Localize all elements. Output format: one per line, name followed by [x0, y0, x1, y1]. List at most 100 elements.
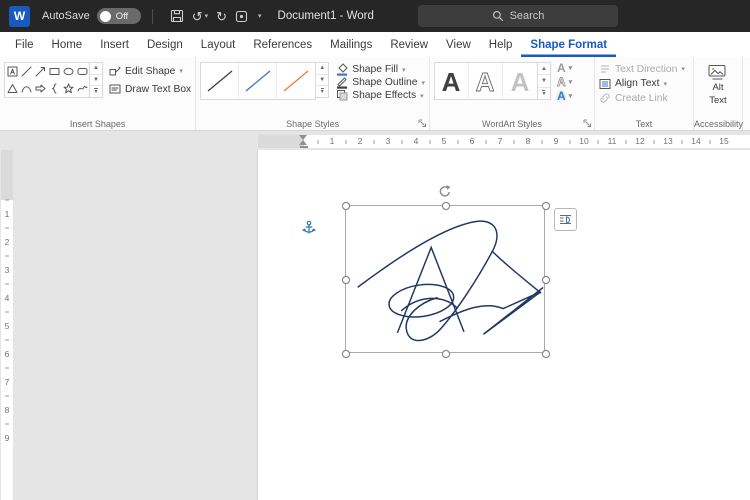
curve-shape-icon[interactable] [19, 80, 33, 97]
wordart-scroll-down-icon[interactable]: ▼ [538, 75, 550, 87]
align-text-button[interactable]: Align Text ▾ [599, 78, 685, 90]
redo-button[interactable]: ↻ [216, 10, 227, 23]
shape-gallery-more-button[interactable]: ▾ [90, 86, 102, 97]
triangle-shape-icon[interactable] [5, 80, 19, 97]
shape-style-preset-1[interactable] [201, 63, 239, 99]
h-ruler-tick [346, 140, 347, 144]
group-wordart-styles: A A A ▲ ▼ ▾ A ▾ A [430, 57, 595, 130]
oval-shape-icon[interactable] [61, 63, 75, 80]
h-ruler-number: 12 [635, 136, 644, 146]
shape-style-scroll-up-icon[interactable]: ▲ [316, 63, 328, 75]
shape-style-more-button[interactable]: ▾ [316, 86, 328, 97]
text-box-shape-icon[interactable] [5, 63, 19, 80]
tab-file[interactable]: File [6, 32, 43, 57]
star-shape-icon[interactable] [61, 80, 75, 97]
selection-handle-ne[interactable] [542, 202, 550, 210]
tab-design[interactable]: Design [138, 32, 192, 57]
rounded-rectangle-shape-icon[interactable] [75, 63, 89, 80]
wordart-preset-3[interactable]: A [503, 63, 537, 99]
scribble-shape-icon[interactable] [75, 80, 89, 97]
selection-handle-w[interactable] [342, 276, 350, 284]
text-direction-button[interactable]: Text Direction ▾ [599, 63, 685, 75]
hanging-indent-marker[interactable] [299, 140, 307, 145]
shape-outline-icon [336, 76, 348, 89]
shape-outline-button[interactable]: Shape Outline ▾ [336, 76, 425, 89]
h-ruler-number: 15 [719, 136, 728, 146]
rotate-handle-icon[interactable] [438, 184, 453, 199]
arrow-shape-icon[interactable] [33, 63, 47, 80]
shape-effects-button[interactable]: Shape Effects ▾ [336, 89, 425, 102]
titlebar-divider [152, 9, 153, 24]
create-link-icon [599, 92, 611, 104]
autosave-toggle[interactable]: Off [97, 8, 141, 24]
left-indent-marker[interactable] [300, 146, 308, 149]
group-text: Text Direction ▾ Align Text ▾ Create Lin… [595, 57, 694, 130]
selection-handle-s[interactable] [442, 350, 450, 358]
h-ruler-tick [682, 140, 683, 144]
v-ruler-tick [5, 228, 9, 229]
touch-mouse-mode-icon [235, 10, 248, 23]
tab-home[interactable]: Home [43, 32, 92, 57]
shape-selection-box[interactable] [345, 205, 545, 353]
word-logo-icon[interactable]: W [9, 6, 30, 27]
tab-layout[interactable]: Layout [192, 32, 245, 57]
shape-gallery-scroll-down-icon[interactable]: ▼ [90, 75, 102, 87]
selection-handle-se[interactable] [542, 350, 550, 358]
text-group-label: Text [595, 119, 693, 129]
wordart-more-button[interactable]: ▾ [538, 88, 550, 99]
shape-styles-dialog-launcher-icon[interactable] [418, 119, 427, 128]
edit-shape-button[interactable]: Edit Shape ▾ [109, 65, 191, 77]
h-ruler-number: 11 [608, 136, 617, 146]
h-ruler-strip: 123456789101112131415 [258, 135, 750, 148]
tab-references[interactable]: References [244, 32, 321, 57]
create-link-button[interactable]: Create Link [599, 92, 685, 104]
object-anchor-icon[interactable] [302, 220, 316, 236]
undo-button[interactable]: ↺ ▾ [192, 10, 208, 23]
customize-quick-access-toolbar-button[interactable]: ▾ [256, 13, 262, 20]
draw-text-box-icon [109, 83, 121, 95]
tab-mailings[interactable]: Mailings [321, 32, 381, 57]
tab-shape-format[interactable]: Shape Format [521, 32, 616, 57]
shape-gallery-scroll-up-icon[interactable]: ▲ [90, 63, 102, 75]
layout-options-icon [558, 212, 573, 227]
tab-help[interactable]: Help [480, 32, 522, 57]
tab-insert[interactable]: Insert [91, 32, 138, 57]
h-ruler-tick [514, 140, 515, 144]
selection-handle-nw[interactable] [342, 202, 350, 210]
selection-handle-e[interactable] [542, 276, 550, 284]
shape-style-preset-3[interactable] [277, 63, 315, 99]
line-shape-icon[interactable] [19, 63, 33, 80]
shape-fill-button[interactable]: Shape Fill ▾ [336, 63, 425, 76]
v-ruler-margin-area [1, 150, 13, 200]
text-fill-button[interactable]: A ▾ [557, 62, 572, 74]
search-input[interactable]: Search [418, 5, 618, 27]
left-brace-shape-icon[interactable] [47, 80, 61, 97]
tab-view[interactable]: View [437, 32, 480, 57]
selection-handle-n[interactable] [442, 202, 450, 210]
document-page[interactable] [258, 150, 750, 500]
tab-review[interactable]: Review [381, 32, 437, 57]
redo-icon: ↻ [216, 10, 227, 23]
block-arrow-shape-icon[interactable] [33, 80, 47, 97]
touch-mouse-mode-button[interactable] [235, 10, 248, 23]
draw-text-box-button[interactable]: Draw Text Box [109, 83, 191, 95]
wordart-styles-dialog-launcher-icon[interactable] [583, 119, 592, 128]
text-effects-button[interactable]: A ▾ [557, 90, 572, 102]
rectangle-shape-icon[interactable] [47, 63, 61, 80]
shape-style-scroll-down-icon[interactable]: ▼ [316, 75, 328, 87]
h-ruler-tick [570, 140, 571, 144]
text-outline-button[interactable]: A ▾ [557, 76, 572, 88]
alt-text-button[interactable]: Alt Text [698, 62, 738, 107]
shape-style-preset-2[interactable] [239, 63, 277, 99]
wordart-preset-1[interactable]: A [435, 63, 469, 99]
save-button[interactable] [170, 9, 184, 23]
h-ruler-number: 8 [526, 136, 531, 146]
undo-dropdown-icon[interactable]: ▾ [205, 13, 209, 20]
wordart-preset-2[interactable]: A [469, 63, 503, 99]
scribble-drawing[interactable] [346, 206, 544, 352]
wordart-scroll-up-icon[interactable]: ▲ [538, 63, 550, 75]
alt-text-icon [708, 64, 727, 81]
selection-handle-sw[interactable] [342, 350, 350, 358]
layout-options-button[interactable] [554, 208, 577, 231]
h-ruler-number: 13 [663, 136, 672, 146]
